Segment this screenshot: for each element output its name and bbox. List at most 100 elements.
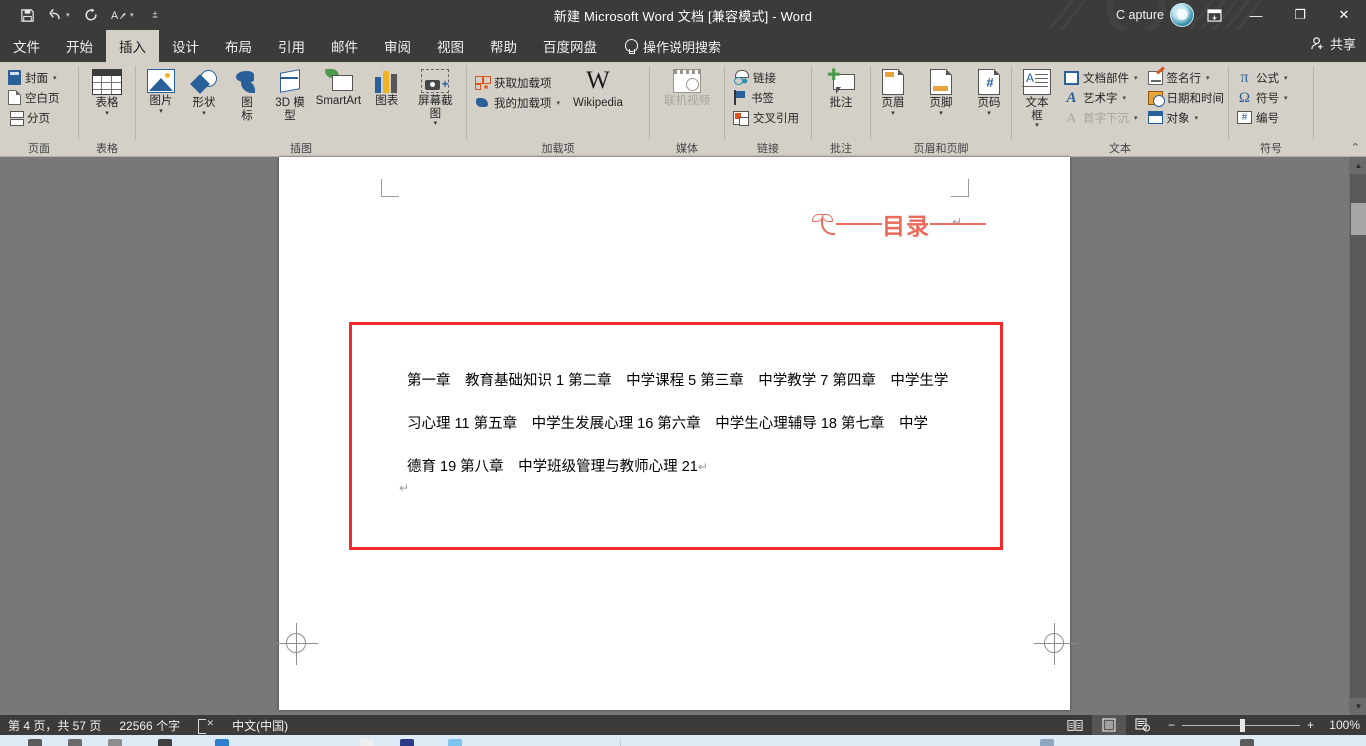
table-button[interactable]: 表格 ▾	[87, 67, 127, 119]
bookmark-button[interactable]: 书签	[730, 88, 802, 107]
numbering-button[interactable]: # 编号	[1234, 108, 1291, 127]
equation-button[interactable]: π 公式 ▾	[1234, 68, 1291, 87]
tab-view[interactable]: 视图	[424, 30, 477, 62]
restore-button[interactable]: ❐	[1278, 0, 1322, 30]
account-name[interactable]: C apture	[1116, 8, 1164, 22]
tab-baidu-netdisk[interactable]: 百度网盘	[530, 30, 610, 62]
taskbar-icon-8[interactable]	[448, 739, 462, 746]
chevron-down-icon[interactable]: ▾	[939, 111, 943, 117]
zoom-slider-thumb[interactable]	[1240, 719, 1245, 732]
chevron-down-icon[interactable]: ▾	[105, 111, 109, 117]
chart-button[interactable]: 图表	[367, 67, 407, 110]
online-video-button[interactable]: 联机视频	[660, 67, 714, 110]
taskbar-icon-9[interactable]	[1040, 739, 1054, 746]
document-page[interactable]: 目录 ↵ 第一章 教育基础知识 1 第二章 中学课程 5 第三章 中学教学 7 …	[279, 157, 1070, 710]
chevron-down-icon[interactable]: ▾	[891, 111, 895, 117]
object-button[interactable]: 对象 ▾	[1145, 108, 1228, 127]
tab-design[interactable]: 设计	[159, 30, 212, 62]
signature-line-button[interactable]: 签名行 ▾	[1145, 68, 1228, 87]
tell-me-search[interactable]: 操作说明搜索	[610, 30, 721, 62]
chevron-down-icon[interactable]: ▾	[557, 99, 561, 107]
print-layout-button[interactable]	[1092, 715, 1126, 735]
read-mode-button[interactable]	[1058, 715, 1092, 735]
chevron-down-icon[interactable]: ▾	[1206, 74, 1210, 82]
wordart-button[interactable]: A 艺术字 ▾	[1061, 88, 1141, 107]
tab-home[interactable]: 开始	[53, 30, 106, 62]
collapse-ribbon-button[interactable]: ⌃	[1351, 141, 1360, 154]
cover-page-button[interactable]: 封面 ▾	[5, 68, 63, 87]
chevron-down-icon[interactable]: ▾	[159, 109, 163, 115]
language-indicator[interactable]: 中文(中国)	[232, 717, 288, 734]
zoom-in-button[interactable]: +	[1307, 718, 1314, 732]
web-layout-button[interactable]	[1126, 715, 1160, 735]
new-comment-button[interactable]: ✚ 批注	[821, 67, 861, 112]
chevron-down-icon[interactable]: ▾	[202, 111, 206, 117]
chevron-down-icon[interactable]: ▾	[53, 74, 57, 82]
screenshot-button[interactable]: + 屏幕截图 ▾	[410, 67, 461, 129]
chevron-down-icon[interactable]: ▾	[1195, 114, 1199, 122]
new-comment-label: 批注	[830, 97, 853, 110]
pictures-button[interactable]: 图片 ▾	[141, 67, 181, 117]
proofing-errors-icon[interactable]	[198, 719, 214, 732]
close-button[interactable]: ✕	[1322, 0, 1366, 30]
chevron-down-icon[interactable]: ▾	[1035, 123, 1039, 129]
scroll-up-button[interactable]: ▲	[1350, 157, 1366, 174]
taskbar-icon-2[interactable]	[68, 739, 82, 746]
zoom-slider[interactable]	[1182, 725, 1300, 726]
taskbar-icon-10[interactable]	[1240, 739, 1254, 746]
cross-reference-button[interactable]: 交叉引用	[730, 108, 802, 127]
date-time-button[interactable]: 日期和时间	[1145, 88, 1228, 107]
tab-review[interactable]: 审阅	[371, 30, 424, 62]
tab-mailings[interactable]: 邮件	[318, 30, 371, 62]
avatar[interactable]	[1170, 3, 1194, 27]
link-button[interactable]: 链接	[730, 68, 802, 87]
footer-button[interactable]: 页脚 ▾	[921, 67, 961, 119]
drop-cap-button[interactable]: A 首字下沉 ▾	[1061, 108, 1141, 127]
zoom-level[interactable]: 100%	[1322, 718, 1360, 732]
symbol-button[interactable]: Ω 符号 ▾	[1234, 88, 1291, 107]
scroll-down-button[interactable]: ▼	[1350, 698, 1366, 715]
quick-parts-button[interactable]: 文档部件 ▾	[1061, 68, 1141, 87]
taskbar-icon-4[interactable]	[158, 739, 172, 746]
toc-entries[interactable]: 第一章 教育基础知识 1 第二章 中学课程 5 第三章 中学教学 7 第四章 中…	[407, 360, 967, 489]
chevron-down-icon[interactable]: ▾	[1123, 94, 1127, 102]
smartart-button[interactable]: SmartArt	[313, 67, 364, 110]
margin-mark-top-right	[951, 179, 969, 197]
chevron-down-icon[interactable]: ▾	[1284, 74, 1288, 82]
minimize-button[interactable]: —	[1234, 0, 1278, 30]
icons-button[interactable]: 图标	[227, 67, 267, 124]
page-number-button[interactable]: # 页码 ▾	[969, 67, 1009, 119]
taskbar-icon-7[interactable]	[400, 739, 414, 746]
tab-help[interactable]: 帮助	[477, 30, 530, 62]
taskbar-icon-5[interactable]	[215, 739, 229, 746]
taskbar-icon-3[interactable]	[108, 739, 122, 746]
share-button[interactable]: 共享	[1310, 34, 1356, 53]
text-box-button[interactable]: A 文本框 ▾	[1017, 67, 1057, 131]
chevron-down-icon[interactable]: ▾	[434, 121, 438, 127]
zoom-control[interactable]: − +	[1160, 718, 1322, 732]
chevron-down-icon[interactable]: ▾	[1284, 94, 1288, 102]
my-addins-button[interactable]: 我的加载项 ▾	[472, 93, 563, 112]
tab-insert[interactable]: 插入	[106, 30, 159, 62]
tab-file[interactable]: 文件	[0, 30, 53, 62]
tab-references[interactable]: 引用	[265, 30, 318, 62]
three-d-model-button[interactable]: 3D 模型	[270, 67, 310, 124]
zoom-out-button[interactable]: −	[1168, 718, 1175, 732]
chevron-down-icon[interactable]: ▾	[1134, 74, 1138, 82]
chevron-down-icon[interactable]: ▾	[987, 111, 991, 117]
ribbon-display-options-icon[interactable]	[1194, 0, 1234, 30]
word-count[interactable]: 22566 个字	[119, 717, 180, 734]
get-addins-button[interactable]: 获取加载项	[472, 73, 563, 92]
chevron-down-icon[interactable]: ▾	[1134, 114, 1138, 122]
page-indicator[interactable]: 第 4 页，共 57 页	[8, 717, 101, 734]
blank-page-button[interactable]: 空白页	[5, 88, 63, 107]
page-break-button[interactable]: 分页	[5, 108, 63, 127]
wikipedia-button[interactable]: W Wikipedia	[569, 67, 627, 112]
vertical-scrollbar[interactable]: ▲ ▼	[1349, 157, 1366, 715]
tab-layout[interactable]: 布局	[212, 30, 265, 62]
header-button[interactable]: 页眉 ▾	[873, 67, 913, 119]
shapes-button[interactable]: 形状 ▾	[184, 67, 224, 119]
taskbar-icon-6[interactable]	[360, 739, 374, 746]
scrollbar-thumb[interactable]	[1351, 203, 1366, 235]
taskbar-icon-1[interactable]	[28, 739, 42, 746]
